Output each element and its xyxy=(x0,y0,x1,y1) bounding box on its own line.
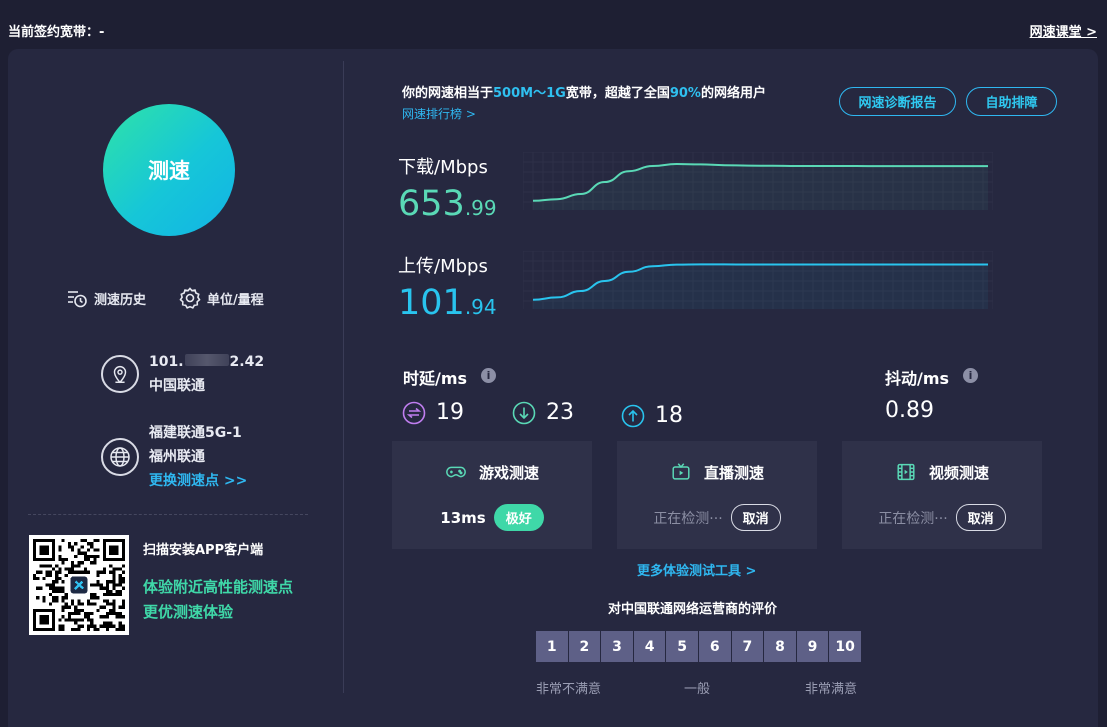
jitter-help-icon[interactable]: i xyxy=(963,368,978,383)
gear-icon xyxy=(179,287,201,309)
film-icon xyxy=(897,463,915,481)
ip-info: 101. 2.42 中国联通 xyxy=(101,350,264,398)
live-cancel-button[interactable]: 取消 xyxy=(730,504,781,531)
video-cancel-button[interactable]: 取消 xyxy=(955,504,1006,531)
download-curve-area xyxy=(533,164,988,210)
download-value: 653.99 xyxy=(398,184,497,224)
live-test-card[interactable]: 直播测速 正在检测··· 取消 xyxy=(617,441,817,549)
upload-int: 101 xyxy=(398,283,465,323)
more-tools-link[interactable]: 更多体验测试工具 > xyxy=(637,560,756,579)
speed-history-label: 测速历史 xyxy=(94,292,147,308)
rating-title: 对中国联通网络运营商的评价 xyxy=(608,602,778,617)
rating-score-2[interactable]: 2 xyxy=(568,631,601,662)
upload-dec: .94 xyxy=(464,295,497,319)
globe-icon xyxy=(101,438,139,476)
contract-bandwidth: 当前签约宽带：- xyxy=(8,25,105,40)
jitter-value: 0.89 xyxy=(885,398,934,423)
upload-label: 上传/Mbps xyxy=(398,256,488,277)
summary-percent: 90% xyxy=(669,86,701,101)
unit-range-link[interactable]: 单位/量程 xyxy=(178,286,264,310)
arrow-down-icon xyxy=(512,401,536,424)
latency-down-value: 23 xyxy=(546,400,574,425)
rating-low-label: 非常不满意 xyxy=(536,682,602,697)
start-speed-test-button[interactable]: 测速 xyxy=(103,104,235,236)
latency-exchange: 19 xyxy=(402,400,464,425)
rating-high-label: 非常满意 xyxy=(805,682,858,697)
game-rating-badge: 极好 xyxy=(493,504,544,531)
ip-suffix: 2.42 xyxy=(229,354,265,370)
history-icon xyxy=(68,291,87,308)
download-int: 653 xyxy=(398,184,465,224)
rating-mid-label: 一般 xyxy=(684,682,711,697)
latency-up: 18 xyxy=(621,403,683,428)
app-qr-code xyxy=(29,535,129,635)
rating-scale: 1 2 3 4 5 6 7 8 9 10 xyxy=(536,631,861,662)
left-separator xyxy=(28,514,308,515)
gamepad-icon xyxy=(446,466,466,478)
column-divider xyxy=(343,61,344,693)
unit-range-label: 单位/量程 xyxy=(207,292,264,308)
rating-score-4[interactable]: 4 xyxy=(633,631,666,662)
arrow-up-icon xyxy=(621,404,645,427)
game-test-title: 游戏测速 xyxy=(478,463,539,482)
main-panel: 测速 测速历史 单位/量程 101. 2.42 中国联通 福建联通5G-1 福州… xyxy=(8,49,1098,727)
download-label: 下载/Mbps xyxy=(398,157,488,178)
live-test-status: 正在检测··· xyxy=(653,510,723,527)
server-name: 福建联通5G-1 xyxy=(149,425,242,441)
game-latency-result: 13ms xyxy=(440,508,486,527)
ip-address: 101. 2.42 xyxy=(149,350,264,374)
rating-score-9[interactable]: 9 xyxy=(796,631,829,662)
qr-title: 扫描安装APP客户端 xyxy=(143,543,264,558)
latency-down: 23 xyxy=(512,400,574,425)
exchange-icon xyxy=(402,401,426,424)
diagnosis-report-button[interactable]: 网速诊断报告 xyxy=(839,87,956,116)
rating-score-8[interactable]: 8 xyxy=(764,631,796,662)
tv-icon xyxy=(672,463,690,480)
live-test-title: 直播测速 xyxy=(703,463,764,482)
speed-history-link[interactable]: 测速历史 xyxy=(65,286,146,310)
jitter-label: 抖动/ms xyxy=(885,369,950,388)
rating-score-3[interactable]: 3 xyxy=(601,631,633,662)
rating-score-7[interactable]: 7 xyxy=(731,631,764,662)
server-info: 福建联通5G-1 福州联通 更换测速点 >> xyxy=(101,421,247,493)
qr-promo-line-1: 体验附近高性能测速点 xyxy=(143,578,294,596)
summary-suffix: 的网络用户 xyxy=(700,86,766,101)
ip-mask xyxy=(184,354,229,366)
upload-graph xyxy=(523,251,993,309)
video-test-status: 正在检测··· xyxy=(878,510,948,527)
server-city: 福州联通 xyxy=(149,449,205,465)
isp-name: 中国联通 xyxy=(149,378,205,394)
speed-summary: 你的网速相当于500M～1G宽带，超越了全国90%的网络用户 xyxy=(402,82,766,101)
speed-ranking-link[interactable]: 网速排行榜 > xyxy=(402,105,476,122)
video-test-card[interactable]: 视频测速 正在检测··· 取消 xyxy=(842,441,1042,549)
summary-prefix: 你的网速相当于 xyxy=(402,86,494,101)
latency-exchange-value: 19 xyxy=(436,400,464,425)
ip-prefix: 101. xyxy=(149,354,184,370)
latency-label: 时延/ms xyxy=(403,369,468,388)
qr-promo-line-2: 更优测速体验 xyxy=(143,603,234,621)
rating-score-5[interactable]: 5 xyxy=(666,631,698,662)
location-pin-icon xyxy=(101,355,139,393)
self-troubleshoot-button[interactable]: 自助排障 xyxy=(966,87,1057,116)
change-server-link[interactable]: 更换测速点 >> xyxy=(149,469,247,493)
download-graph xyxy=(523,152,993,210)
summary-tier: 500M～1G xyxy=(493,86,566,101)
speed-class-link[interactable]: 网速课堂 > xyxy=(1030,21,1097,40)
rating-score-10[interactable]: 10 xyxy=(829,631,861,662)
upload-value: 101.94 xyxy=(398,283,497,323)
rating-score-6[interactable]: 6 xyxy=(698,631,731,662)
rating-score-1[interactable]: 1 xyxy=(536,631,568,662)
summary-mid: 宽带，超越了全国 xyxy=(565,86,670,101)
latency-up-value: 18 xyxy=(655,403,683,428)
video-test-title: 视频测速 xyxy=(928,463,989,482)
latency-help-icon[interactable]: i xyxy=(481,368,496,383)
game-test-card[interactable]: 游戏测速 13ms 极好 xyxy=(392,441,592,549)
qr-promo: 体验附近高性能测速点 更优测速体验 xyxy=(143,575,293,625)
download-dec: .99 xyxy=(464,196,497,220)
